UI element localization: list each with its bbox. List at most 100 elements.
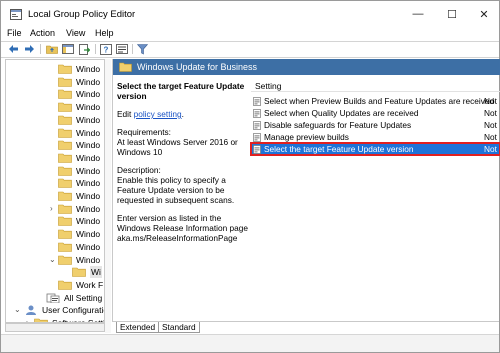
close-icon: ✕: [479, 8, 489, 21]
setting-state: Not: [484, 144, 497, 154]
show-hide-tree-button[interactable]: [61, 43, 74, 55]
policy-editor-window: Local Group Policy Editor — ☐ ✕ File Act…: [0, 0, 500, 353]
user-configuration-icon: [26, 305, 36, 316]
folder-icon: [58, 128, 72, 138]
back-arrow-icon: [9, 45, 18, 53]
setting-state: Not: [484, 108, 497, 118]
tree-item-label: Windo: [76, 102, 101, 113]
setting-state: Not: [484, 96, 497, 106]
up-folder-icon: [45, 45, 58, 54]
all-settings-icon: [46, 293, 60, 303]
tree-item-label: Windo: [76, 216, 101, 227]
setting-label: Select the target Feature Update version: [264, 144, 414, 154]
folder-icon: [58, 229, 72, 239]
toolbar-divider-bottom: [1, 57, 499, 58]
tree-item-label: Windo: [76, 203, 101, 214]
menu-action[interactable]: Action: [30, 28, 55, 38]
tree-item-label: Work F: [76, 279, 104, 290]
tree-item-label: Windo: [76, 127, 101, 138]
requirements-block: Requirements: At least Windows Server 201…: [117, 127, 249, 157]
filter-icon: [137, 43, 148, 54]
export-list-icon: [79, 43, 90, 55]
toolbar: ?: [1, 41, 499, 57]
setting-row[interactable]: Select when Preview Builds and Feature U…: [251, 95, 500, 107]
open-folder-icon: [72, 267, 86, 277]
minimize-button[interactable]: —: [403, 5, 433, 23]
edit-policy-line: Edit policy setting.: [117, 109, 249, 119]
forward-button[interactable]: [23, 43, 36, 55]
collapse-chevron-icon[interactable]: ⌄: [14, 304, 21, 316]
pane-splitter[interactable]: [105, 59, 111, 333]
requirements-label: Requirements:: [117, 127, 171, 137]
detail-title: Select the target Feature Update version: [117, 81, 245, 101]
tree-item-label: Windo: [76, 140, 101, 151]
maximize-icon: ☐: [447, 8, 457, 21]
console-tree-icon: [61, 44, 74, 54]
tree-item-label: Windo: [76, 64, 101, 74]
release-info-note: Enter version as listed in the Windows R…: [117, 213, 248, 243]
setting-row[interactable]: Manage preview builds Not: [251, 131, 500, 143]
tree-item-label: Wi: [90, 266, 102, 279]
forward-arrow-icon: [25, 45, 34, 53]
window-title: Local Group Policy Editor: [28, 9, 136, 20]
help-icon: ?: [99, 43, 112, 55]
properties-icon: [115, 44, 128, 54]
maximize-button[interactable]: ☐: [437, 5, 467, 23]
tree-item-label: Windo: [76, 89, 101, 100]
menu-help[interactable]: Help: [95, 28, 114, 38]
folder-icon: [119, 62, 132, 72]
folder-icon: [58, 191, 72, 201]
policy-setting-icon: [253, 121, 261, 130]
tree-item-label: User Configuratio: [42, 305, 105, 316]
tree-item-label: Windo: [76, 114, 101, 125]
tree-horizontal-scrollbar[interactable]: [5, 323, 105, 332]
details-pane: Windows Update for Business Select the t…: [112, 59, 500, 321]
setting-label: Manage preview builds: [264, 132, 349, 142]
setting-label: Select when Quality Updates are received: [264, 108, 419, 118]
title-bar: Local Group Policy Editor — ☐ ✕: [1, 1, 499, 27]
properties-view-button[interactable]: [115, 43, 128, 55]
menu-view[interactable]: View: [66, 28, 85, 38]
tree-item-label: Windo: [76, 178, 101, 189]
folder-icon: [58, 242, 72, 252]
folder-icon: [58, 115, 72, 125]
folder-icon: [58, 204, 72, 214]
edit-prefix: Edit: [117, 109, 134, 119]
svg-text:?: ?: [103, 45, 108, 54]
back-button[interactable]: [7, 43, 20, 55]
export-list-button[interactable]: [78, 43, 91, 55]
setting-row[interactable]: Select the target Feature Update version…: [250, 142, 500, 156]
column-header-setting[interactable]: Setting: [255, 81, 281, 91]
policy-setting-icon: [253, 145, 261, 154]
folder-icon: [58, 217, 72, 227]
tree-item-label: Windo: [76, 191, 101, 201]
folder-icon: [58, 178, 72, 189]
folder-icon: [58, 64, 72, 74]
tab-standard[interactable]: Standard: [158, 322, 200, 333]
requirements-text: At least Windows Server 2016 or Windows …: [117, 137, 238, 157]
setting-row[interactable]: Select when Quality Updates are received…: [251, 107, 500, 119]
folder-icon: [58, 153, 72, 163]
setting-label: Select when Preview Builds and Feature U…: [264, 96, 495, 106]
filter-button[interactable]: [136, 43, 149, 55]
close-button[interactable]: ✕: [469, 5, 499, 23]
collapse-chevron-icon[interactable]: ⌄: [49, 254, 56, 266]
tree-item-label: All Setting: [64, 292, 103, 303]
folder-icon: [58, 102, 72, 112]
menu-bar: File Action View Help: [1, 27, 499, 41]
folder-icon: [58, 90, 72, 100]
edit-policy-setting-link[interactable]: policy setting: [134, 109, 182, 119]
up-one-level-button[interactable]: [45, 43, 58, 55]
tree-item-label: Windo: [76, 229, 101, 240]
expand-chevron-icon[interactable]: ›: [50, 203, 53, 215]
policy-setting-icon: [253, 109, 261, 118]
policy-editor-app-icon: [10, 9, 22, 20]
setting-row[interactable]: Disable safeguards for Feature Updates No…: [251, 119, 500, 131]
folder-icon: [58, 77, 72, 87]
help-button[interactable]: ?: [99, 43, 112, 55]
menu-file[interactable]: File: [7, 28, 22, 38]
toolbar-separator: [132, 44, 133, 54]
folder-icon: [58, 140, 72, 150]
tab-extended[interactable]: Extended: [116, 322, 160, 333]
toolbar-separator: [95, 44, 96, 54]
